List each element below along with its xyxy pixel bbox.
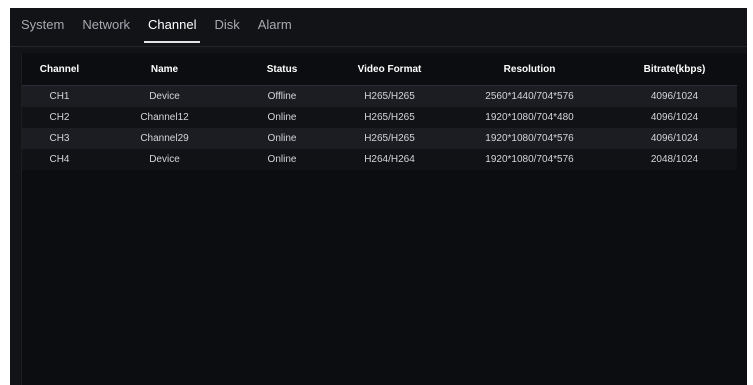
column-header-status[interactable]: Status [232, 53, 332, 86]
tab-system[interactable]: System [21, 17, 64, 33]
channel-panel: Channel Name Status Video Format Resolut… [21, 53, 747, 385]
cell-name: Channel29 [140, 133, 189, 144]
cell-resolution: 2560*1440/704*576 [485, 91, 574, 102]
cell-name: Device [149, 154, 180, 165]
cell-video-format: H265/H265 [364, 112, 415, 123]
cell-resolution: 1920*1080/704*480 [485, 112, 574, 123]
tab-alarm[interactable]: Alarm [258, 17, 292, 33]
cell-bitrate: 4096/1024 [650, 112, 699, 123]
cell-bitrate: 2048/1024 [650, 154, 699, 165]
cell-video-format: H265/H265 [364, 133, 415, 144]
cell-status: Online [267, 154, 297, 165]
cell-video-format: H265/H265 [364, 91, 415, 102]
table-row[interactable]: CH4 Device Online H264/H264 1920*1080/70… [22, 149, 737, 170]
app-window: System Network Channel Disk Alarm Channe… [10, 8, 747, 385]
column-header-bitrate[interactable]: Bitrate(kbps) [612, 53, 737, 86]
cell-bitrate: 4096/1024 [650, 133, 699, 144]
tab-network[interactable]: Network [82, 17, 130, 33]
column-header-name[interactable]: Name [97, 53, 232, 86]
cell-bitrate: 4096/1024 [650, 91, 699, 102]
channel-table: Channel Name Status Video Format Resolut… [22, 53, 737, 170]
table-row[interactable]: CH3 Channel29 Online H265/H265 1920*1080… [22, 128, 737, 149]
cell-status: Offline [267, 91, 297, 102]
tab-channel[interactable]: Channel [143, 17, 201, 43]
cell-channel: CH2 [49, 112, 70, 123]
cell-resolution: 1920*1080/704*576 [485, 154, 574, 165]
column-header-video-format[interactable]: Video Format [332, 53, 447, 86]
tab-bar: System Network Channel Disk Alarm [10, 8, 747, 43]
cell-channel: CH3 [49, 133, 70, 144]
cell-name: Channel12 [140, 112, 189, 123]
cell-channel: CH1 [49, 91, 70, 102]
cell-resolution: 1920*1080/704*576 [485, 133, 574, 144]
cell-channel: CH4 [49, 154, 70, 165]
cell-status: Online [267, 112, 297, 123]
cell-video-format: H264/H264 [364, 154, 415, 165]
tab-divider [10, 46, 747, 47]
table-header-row: Channel Name Status Video Format Resolut… [22, 53, 737, 86]
column-header-channel[interactable]: Channel [22, 53, 97, 86]
table-row[interactable]: CH2 Channel12 Online H265/H265 1920*1080… [22, 107, 737, 128]
cell-status: Online [267, 133, 297, 144]
table-row[interactable]: CH1 Device Offline H265/H265 2560*1440/7… [22, 85, 737, 107]
tab-disk[interactable]: Disk [214, 17, 239, 33]
column-header-resolution[interactable]: Resolution [447, 53, 612, 86]
cell-name: Device [149, 91, 180, 102]
